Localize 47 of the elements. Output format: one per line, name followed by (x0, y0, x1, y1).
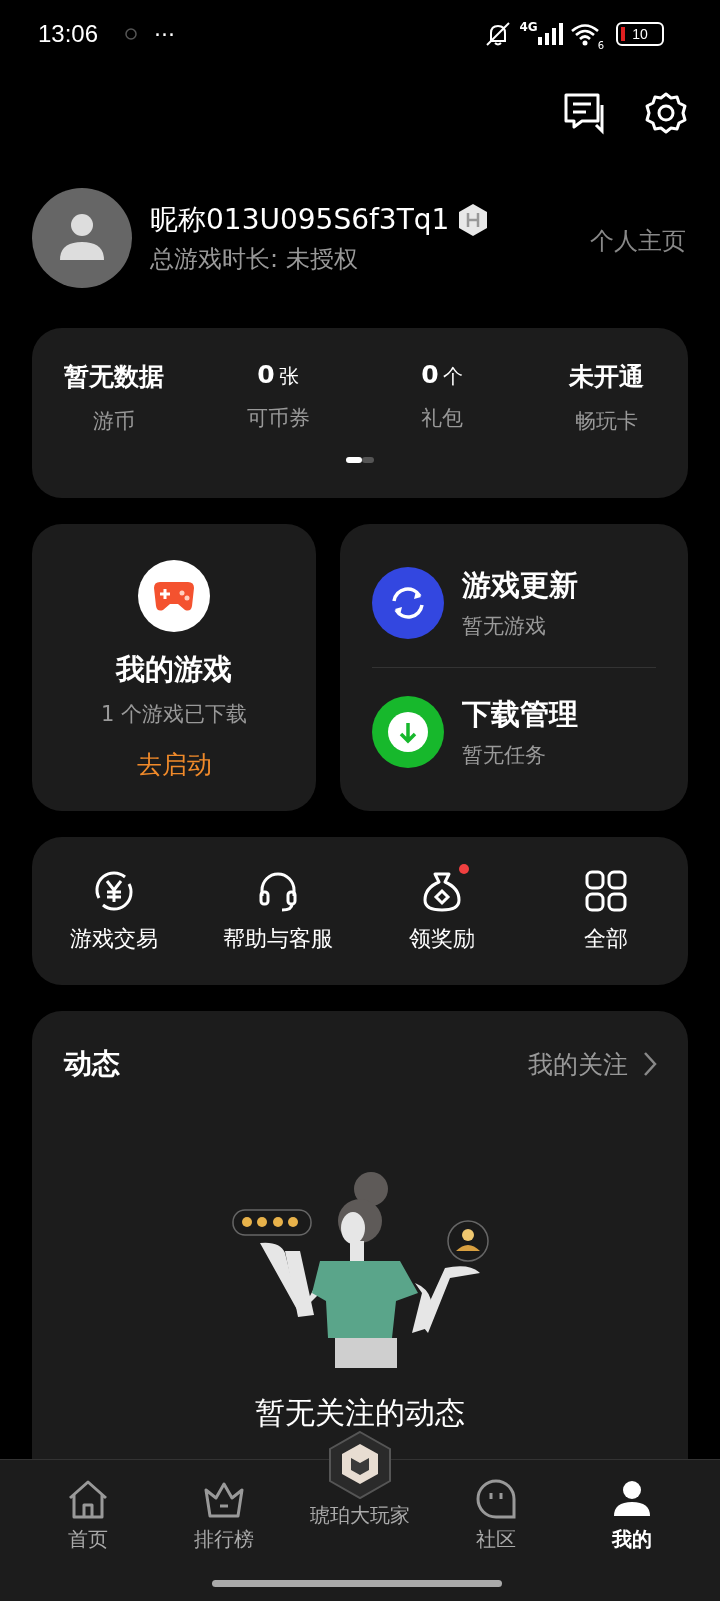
shortcut-label[interactable]: 领奖励 (409, 923, 475, 954)
playtime-text: 总游戏时长: 未授权 (150, 243, 359, 275)
quick-subtitle: 暂无游戏 (462, 612, 547, 640)
wifi-icon (569, 22, 600, 47)
nickname: 昵称013U095S6f3Tq1 (150, 201, 450, 238)
wifi-band-label: 6 (597, 39, 604, 51)
shortcut-label[interactable]: 全部 (584, 923, 628, 954)
stat-value[interactable]: 0 个 (421, 359, 463, 390)
my-games-card[interactable]: 我的游戏 1 个游戏已下载 去启动 (32, 523, 316, 811)
homepage-link[interactable]: 个人主页 (590, 224, 686, 257)
stat-label: 游币 (93, 407, 135, 435)
settings-icon[interactable] (644, 90, 688, 135)
nav-tab[interactable]: 我的 (564, 1460, 700, 1601)
quick-title[interactable]: 下载管理 (462, 694, 578, 735)
chevron-right-icon (642, 1051, 658, 1078)
stat-value[interactable]: 未开通 (568, 359, 644, 393)
download-icon[interactable] (372, 695, 444, 768)
status-time: 13:06 (38, 20, 99, 49)
empty-message: 暂无关注的动态 (255, 1394, 465, 1433)
stat-value[interactable]: 暂无数据 (64, 359, 164, 393)
level-badge-icon (457, 202, 490, 237)
stat-value[interactable]: 0 张 (257, 359, 299, 390)
stat-label: 礼包 (421, 404, 463, 432)
gamepad-icon (138, 559, 210, 632)
more-notifications: ··· (154, 21, 176, 47)
stat-label: 畅玩卡 (574, 407, 638, 435)
feed-title: 动态 (64, 1046, 120, 1083)
ghost-face-icon (474, 1478, 518, 1520)
my-games-title: 我的游戏 (116, 650, 232, 688)
battery-icon: 10 (616, 22, 664, 47)
my-games-subtitle: 1 个游戏已下载 (100, 700, 247, 728)
center-tab[interactable]: 琥珀大玩家 (292, 1430, 428, 1601)
avatar[interactable] (32, 187, 132, 288)
quick-title[interactable]: 游戏更新 (462, 565, 578, 606)
signal-icon (537, 23, 564, 46)
nav-tab[interactable]: 首页 (20, 1460, 156, 1601)
launch-link[interactable]: 去启动 (136, 747, 212, 781)
shortcut-label[interactable]: 帮助与客服 (223, 923, 333, 954)
quick-subtitle: 暂无任务 (462, 741, 547, 769)
nav-tab[interactable]: 排行榜 (156, 1460, 292, 1601)
shortcut-label[interactable]: 游戏交易 (70, 923, 158, 954)
home-icon (66, 1478, 110, 1520)
network-type: 4G (519, 20, 538, 34)
stat-label: 可币券 (246, 404, 310, 432)
refresh-icon[interactable] (372, 566, 444, 639)
nav-tab[interactable]: 社区 (428, 1460, 564, 1601)
following-link[interactable]: 我的关注 (528, 1047, 658, 1081)
